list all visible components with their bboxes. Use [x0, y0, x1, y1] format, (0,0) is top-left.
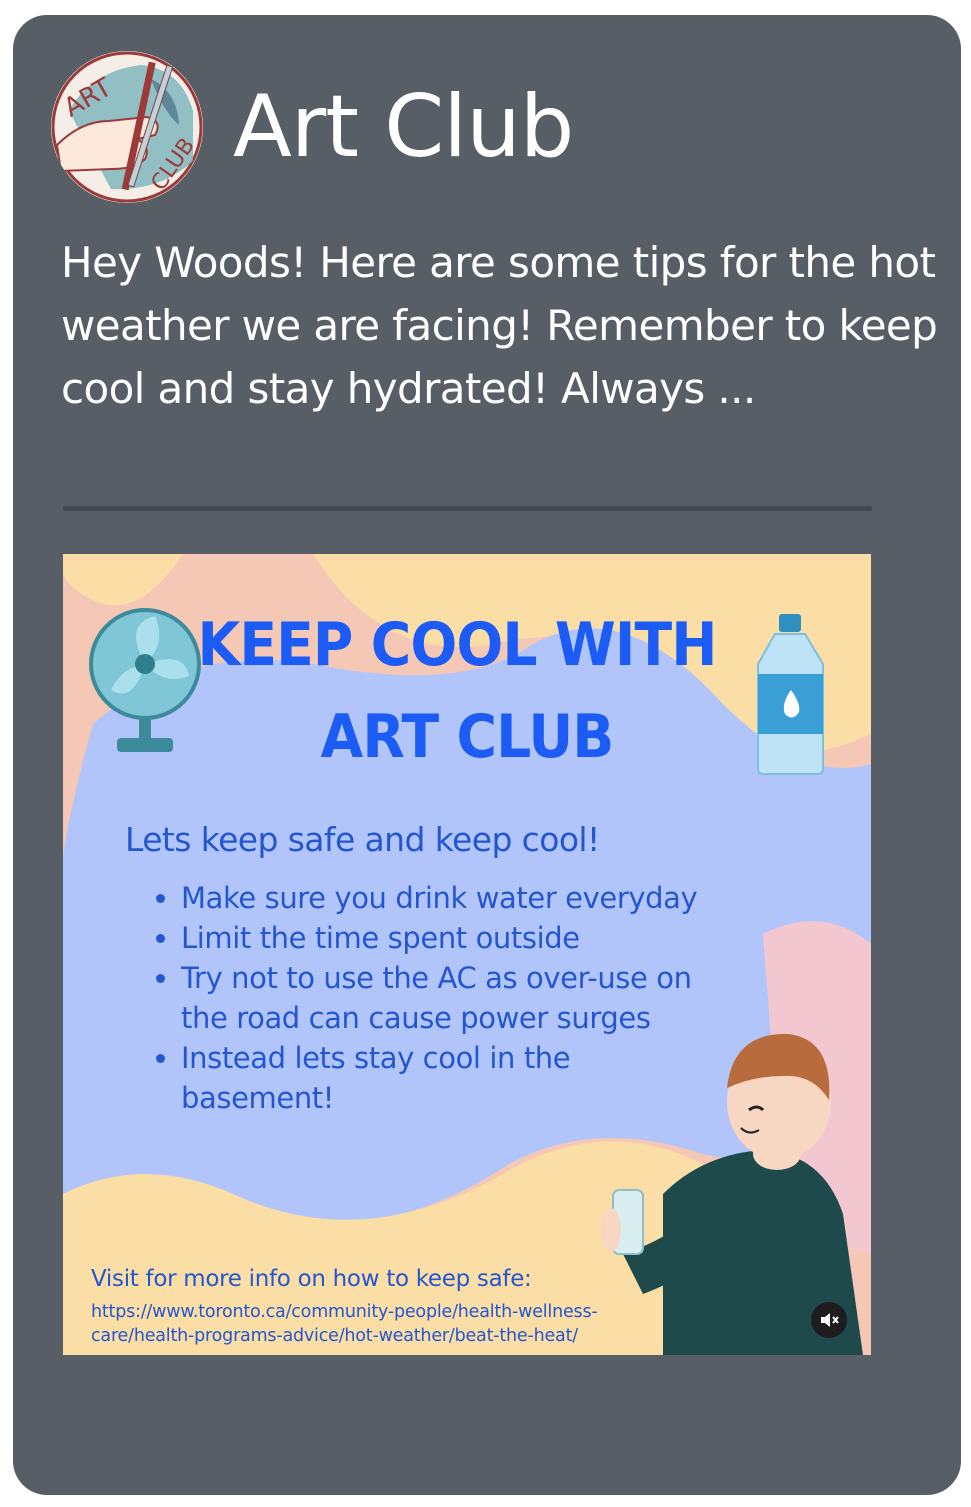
tip-item: Limit the time spent outside — [181, 918, 701, 958]
tip-item: Make sure you drink water everyday — [181, 878, 701, 918]
tip-item: Try not to use the AC as over-use on the… — [181, 958, 701, 1038]
tips-list: Make sure you drink water everyday Limit… — [143, 878, 701, 1118]
muted-speaker-icon — [821, 1313, 839, 1327]
resource-url: https://www.toronto.ca/community-people/… — [91, 1302, 598, 1346]
post-card[interactable]: ART CLUB Art Club Hey Woods! Here are so… — [13, 15, 961, 1495]
tip-item: Instead lets stay cool in the basement! — [181, 1038, 701, 1118]
club-name[interactable]: Art Club — [233, 77, 574, 177]
visit-text: Visit for more info on how to keep safe: — [91, 1266, 532, 1292]
mute-button[interactable] — [811, 1302, 847, 1338]
divider — [63, 506, 872, 511]
poster-heading-line1: KEEP COOL WITH — [197, 610, 717, 680]
art-club-logo[interactable]: ART CLUB — [51, 51, 203, 203]
hand-holding-pencils-icon: ART CLUB — [51, 51, 203, 203]
post-caption[interactable]: Hey Woods! Here are some tips for the ho… — [61, 231, 941, 420]
poster-subheading: Lets keep safe and keep cool! — [125, 820, 600, 859]
post-image[interactable]: KEEP COOL WITH ART CLUB Lets keep safe a… — [63, 554, 871, 1355]
poster-heading-line2: ART CLUB — [320, 702, 615, 772]
